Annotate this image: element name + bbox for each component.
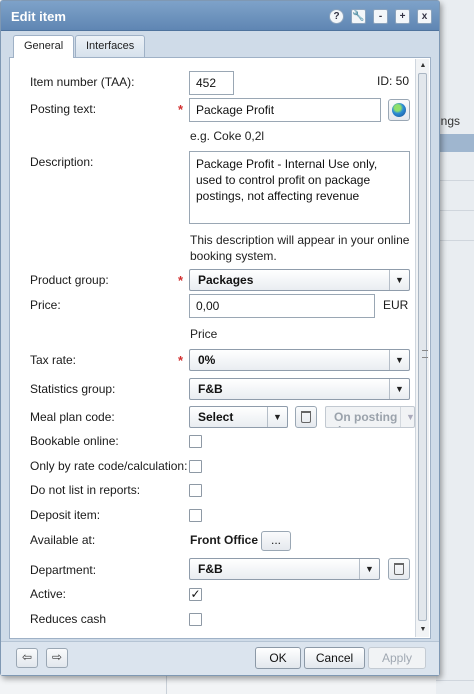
background-row xyxy=(436,180,474,181)
background-row xyxy=(436,210,474,211)
department-select[interactable]: F&B ▼ xyxy=(189,558,380,580)
close-button[interactable]: x xyxy=(417,9,432,24)
vertical-scrollbar[interactable]: ▲ ▼ xyxy=(415,59,429,637)
description-hint: This description will appear in your onl… xyxy=(190,233,410,263)
price-label: Price: xyxy=(30,298,61,312)
help-button[interactable]: ? xyxy=(329,9,344,24)
background-selected-row xyxy=(436,134,474,152)
product-group-value: Packages xyxy=(198,273,254,287)
bookable-online-checkbox[interactable] xyxy=(189,435,202,448)
available-at-value: Front Office xyxy=(190,533,258,547)
price-input[interactable]: 0,00 xyxy=(189,294,375,318)
reduces-cash-label: Reduces cash xyxy=(30,612,107,626)
required-marker: * xyxy=(178,102,184,117)
clear-department-button[interactable] xyxy=(388,558,410,580)
meal-plan-code-value: Select xyxy=(198,410,234,424)
tab-interfaces[interactable]: Interfaces xyxy=(75,35,146,57)
minimize-button[interactable]: - xyxy=(373,9,388,24)
tab-general[interactable]: General xyxy=(13,35,75,58)
do-not-list-checkbox[interactable] xyxy=(189,484,202,497)
department-value: F&B xyxy=(198,562,223,576)
meal-plan-code-select[interactable]: Select ▼ xyxy=(189,406,288,428)
background-row xyxy=(436,240,474,241)
scrollbar-thumb[interactable] xyxy=(418,73,428,621)
required-marker: * xyxy=(178,273,184,288)
scroll-up-icon[interactable]: ▲ xyxy=(418,61,428,71)
scroll-grip-icon xyxy=(422,350,428,358)
previous-item-button[interactable]: ⇦ xyxy=(16,648,38,668)
statistics-group-select[interactable]: F&B ▼ xyxy=(189,378,410,400)
chevron-down-icon: ▼ xyxy=(389,270,409,290)
apply-button[interactable]: Apply xyxy=(368,647,426,669)
background-panel xyxy=(436,0,474,694)
posting-date-select: On posting d ▼ xyxy=(325,406,415,428)
tax-rate-select[interactable]: 0% ▼ xyxy=(189,349,410,371)
chevron-down-icon: ▼ xyxy=(359,559,379,579)
chevron-down-icon: ▼ xyxy=(389,350,409,370)
description-label: Description: xyxy=(30,155,94,169)
dialog-footer: ⇦ ⇨ OK Cancel Apply xyxy=(1,641,439,675)
product-group-label: Product group: xyxy=(30,273,109,287)
maximize-button[interactable]: + xyxy=(395,9,410,24)
trash-icon xyxy=(394,563,404,575)
background-text: ings xyxy=(438,114,461,128)
chevron-down-icon: ▼ xyxy=(400,407,414,427)
next-item-button[interactable]: ⇨ xyxy=(46,648,68,668)
statistics-group-value: F&B xyxy=(198,382,223,396)
chevron-down-icon: ▼ xyxy=(267,407,287,427)
department-label: Department: xyxy=(30,563,97,577)
tax-rate-value: 0% xyxy=(198,353,216,367)
edit-item-dialog: Edit item ? 🔧 - + x General Interfaces ▲… xyxy=(0,0,440,676)
id-text: ID: 50 xyxy=(377,74,410,88)
active-label: Active: xyxy=(30,587,67,601)
deposit-item-label: Deposit item: xyxy=(30,508,101,522)
do-not-list-label: Do not list in reports: xyxy=(30,483,141,497)
ok-button[interactable]: OK xyxy=(255,647,301,669)
globe-icon xyxy=(392,103,406,117)
clear-meal-plan-button[interactable] xyxy=(295,406,317,428)
posting-text-hint: e.g. Coke 0,2l xyxy=(190,129,265,143)
available-at-edit-button[interactable]: ... xyxy=(261,531,291,551)
dialog-title: Edit item xyxy=(11,9,66,24)
chevron-down-icon: ▼ xyxy=(389,379,409,399)
wrench-icon[interactable]: 🔧 xyxy=(351,9,366,24)
posting-date-value: On posting d xyxy=(334,410,398,427)
price-hint: Price xyxy=(190,327,218,341)
description-textarea[interactable]: Package Profit - Internal Use only, used… xyxy=(189,151,410,224)
only-by-rate-code-label: Only by rate code/calculation: xyxy=(30,459,188,473)
deposit-item-checkbox[interactable] xyxy=(189,509,202,522)
tax-rate-label: Tax rate: xyxy=(30,353,77,367)
bookable-online-label: Bookable online: xyxy=(30,434,119,448)
item-number-input[interactable]: 452 xyxy=(189,71,234,95)
posting-text-input[interactable]: Package Profit xyxy=(189,98,381,122)
required-marker: * xyxy=(178,353,184,368)
active-checkbox[interactable]: ✓ xyxy=(189,588,202,601)
translate-button[interactable] xyxy=(388,99,410,121)
only-by-rate-code-checkbox[interactable] xyxy=(189,460,202,473)
reduces-cash-checkbox[interactable] xyxy=(189,613,202,626)
meal-plan-code-label: Meal plan code: xyxy=(30,410,115,424)
available-at-label: Available at: xyxy=(30,533,96,547)
cancel-button[interactable]: Cancel xyxy=(304,647,365,669)
currency-label: EUR xyxy=(383,298,409,312)
item-number-label: Item number (TAA): xyxy=(30,75,135,89)
background-divider xyxy=(166,676,167,694)
form-panel xyxy=(9,57,431,639)
product-group-select[interactable]: Packages ▼ xyxy=(189,269,410,291)
statistics-group-label: Statistics group: xyxy=(30,382,116,396)
scroll-down-icon[interactable]: ▼ xyxy=(418,625,428,635)
background-row xyxy=(436,680,474,681)
trash-icon xyxy=(301,411,311,423)
posting-text-label: Posting text: xyxy=(30,102,97,116)
dialog-titlebar[interactable]: Edit item ? 🔧 - + x xyxy=(1,1,439,31)
